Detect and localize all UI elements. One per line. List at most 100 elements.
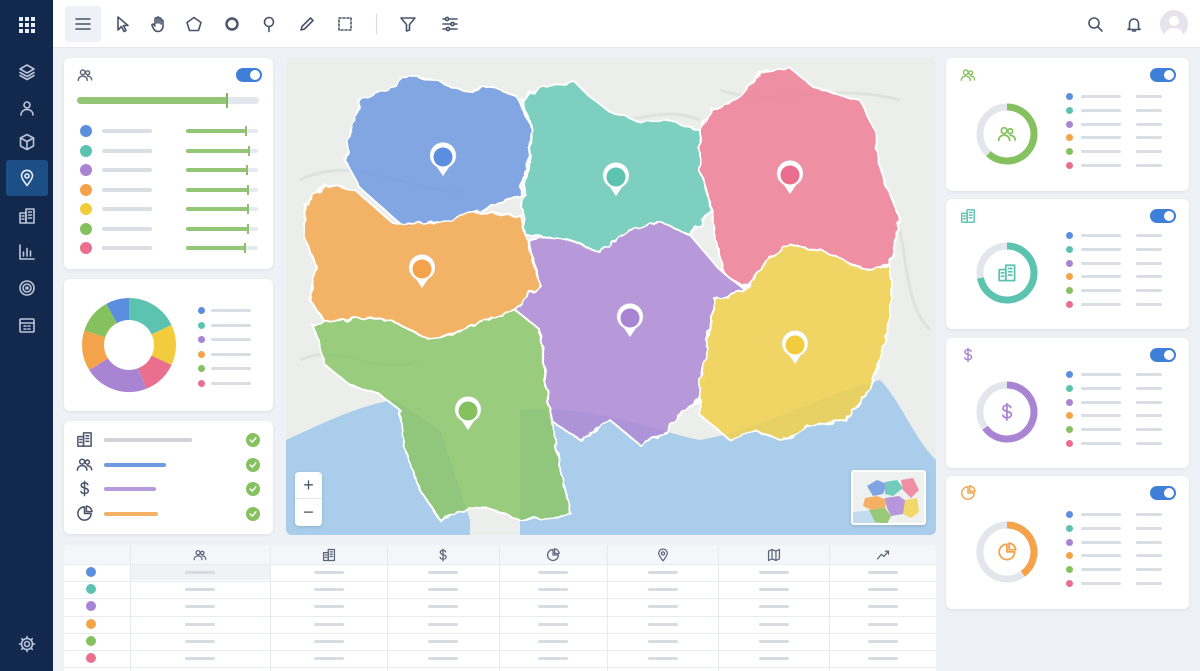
population-bar-marker-green (247, 223, 249, 234)
bell-icon[interactable] (1117, 6, 1151, 42)
stat-legend-value-blue (1136, 234, 1162, 237)
pin-draw-icon[interactable] (252, 6, 286, 42)
calendar-table-icon[interactable] (6, 307, 48, 343)
table-cell (313, 622, 344, 626)
table-cell (428, 571, 458, 574)
stat-legend-value-green (1136, 289, 1162, 293)
stat-legend-dot-pink (1066, 301, 1073, 308)
stat-legend-value-purple (1136, 400, 1162, 404)
layer-check-icon[interactable] (246, 506, 260, 521)
header-map-icon[interactable] (767, 548, 781, 567)
polygon-box-icon[interactable] (6, 124, 48, 160)
overview-donut-card (64, 279, 273, 411)
circle-draw-icon[interactable] (215, 6, 249, 42)
search-icon[interactable] (1078, 6, 1112, 42)
table-cell (538, 639, 568, 643)
header-trend-icon[interactable] (876, 548, 890, 567)
donut-slice-pink[interactable] (137, 355, 172, 389)
hand-pan-icon[interactable] (141, 6, 175, 42)
table-cell (428, 639, 458, 643)
pie-chart-icon (76, 504, 93, 527)
card-header-users-icon (960, 67, 976, 88)
donut-slice-orange[interactable] (82, 330, 109, 371)
population-bar-marker-pink (244, 243, 246, 253)
user-avatar[interactable] (1160, 10, 1188, 38)
overview-legend-dot-purple (198, 336, 205, 343)
table-cell (867, 639, 898, 643)
stat-card-toggle[interactable] (1150, 209, 1176, 223)
header-users-icon[interactable] (193, 548, 207, 567)
table-cell (758, 639, 789, 643)
layer-check-icon[interactable] (246, 457, 260, 472)
table-cell (758, 657, 789, 660)
menu-icon[interactable] (65, 6, 101, 42)
rect-select-icon[interactable] (328, 6, 362, 42)
stat-card-toggle[interactable] (1150, 68, 1176, 82)
population-toggle[interactable] (236, 68, 262, 82)
stat-legend-label-teal (1081, 247, 1121, 251)
overview-legend-dot-orange (198, 350, 205, 358)
table-cell (538, 622, 568, 626)
settings-icon[interactable] (6, 626, 48, 662)
target-icon[interactable] (6, 270, 48, 306)
stat-legend-dot-teal (1066, 524, 1073, 532)
location-pin-icon[interactable] (6, 160, 48, 196)
population-slider-handle[interactable] (226, 93, 228, 108)
stat-donut-chart (976, 103, 1038, 165)
table-cell (538, 605, 568, 609)
stat-legend-dot-pink (1066, 162, 1073, 169)
stat-legend-dot-green (1066, 287, 1073, 295)
sliders-icon[interactable] (433, 6, 467, 42)
card-header-buildings-icon (960, 208, 976, 229)
donut-slice-yellow[interactable] (151, 324, 176, 366)
population-bar-marker-purple (246, 165, 248, 175)
stat-legend-dot-purple (1066, 538, 1073, 546)
header-dollar-icon[interactable] (436, 548, 450, 567)
stat-legend-value-orange (1136, 414, 1162, 418)
donut-slice-green[interactable] (84, 303, 118, 338)
population-bar-marker-yellow (247, 204, 249, 214)
header-buildings-icon[interactable] (322, 548, 336, 567)
polygon-draw-icon[interactable] (177, 6, 211, 42)
layers-icon[interactable] (6, 54, 48, 90)
donut-slice-teal[interactable] (128, 298, 172, 335)
stat-card-toggle[interactable] (1150, 486, 1176, 500)
header-pie-chart-icon[interactable] (546, 548, 560, 567)
users-icon[interactable] (6, 90, 48, 126)
stat-legend-dot-green (1066, 566, 1073, 574)
layer-check-icon[interactable] (246, 482, 260, 496)
layer-check-icon[interactable] (246, 433, 260, 447)
zoom-in-button[interactable]: + (295, 472, 322, 499)
bar-chart-icon[interactable] (6, 234, 48, 270)
table-cell (647, 622, 678, 626)
population-bar-blue (186, 129, 246, 133)
donut-slice-purple[interactable] (89, 357, 147, 392)
table-cell (758, 571, 789, 574)
stat-legend-value-purple (1136, 261, 1162, 265)
grid-apps-icon[interactable] (6, 7, 48, 43)
header-location-pin-icon[interactable] (656, 548, 670, 567)
stat-legend-label-teal (1081, 108, 1121, 112)
table-cell (538, 657, 568, 660)
donut-slice-blue[interactable] (106, 298, 130, 324)
filter-icon[interactable] (391, 6, 425, 42)
table-cell (647, 605, 678, 609)
table-cell (758, 588, 789, 592)
buildings-icon[interactable] (6, 198, 48, 234)
pencil-draw-icon[interactable] (290, 6, 324, 42)
minimap[interactable] (851, 470, 926, 525)
card-header-pie-chart-icon (960, 485, 976, 506)
map-view[interactable] (286, 58, 936, 535)
table-row-divider (64, 650, 936, 651)
region-map[interactable] (286, 58, 936, 535)
stat-legend-label-orange (1081, 275, 1121, 279)
overview-donut-chart (82, 298, 176, 392)
stat-donut-chart (976, 242, 1038, 304)
stat-legend-label-purple (1081, 540, 1121, 544)
legend-dot-green (80, 222, 92, 235)
overview-legend-label-pink (211, 381, 251, 385)
stat-card-toggle[interactable] (1150, 348, 1176, 362)
pointer-icon[interactable] (106, 6, 140, 42)
table-row-divider (64, 615, 936, 617)
zoom-out-button[interactable]: − (295, 499, 322, 526)
